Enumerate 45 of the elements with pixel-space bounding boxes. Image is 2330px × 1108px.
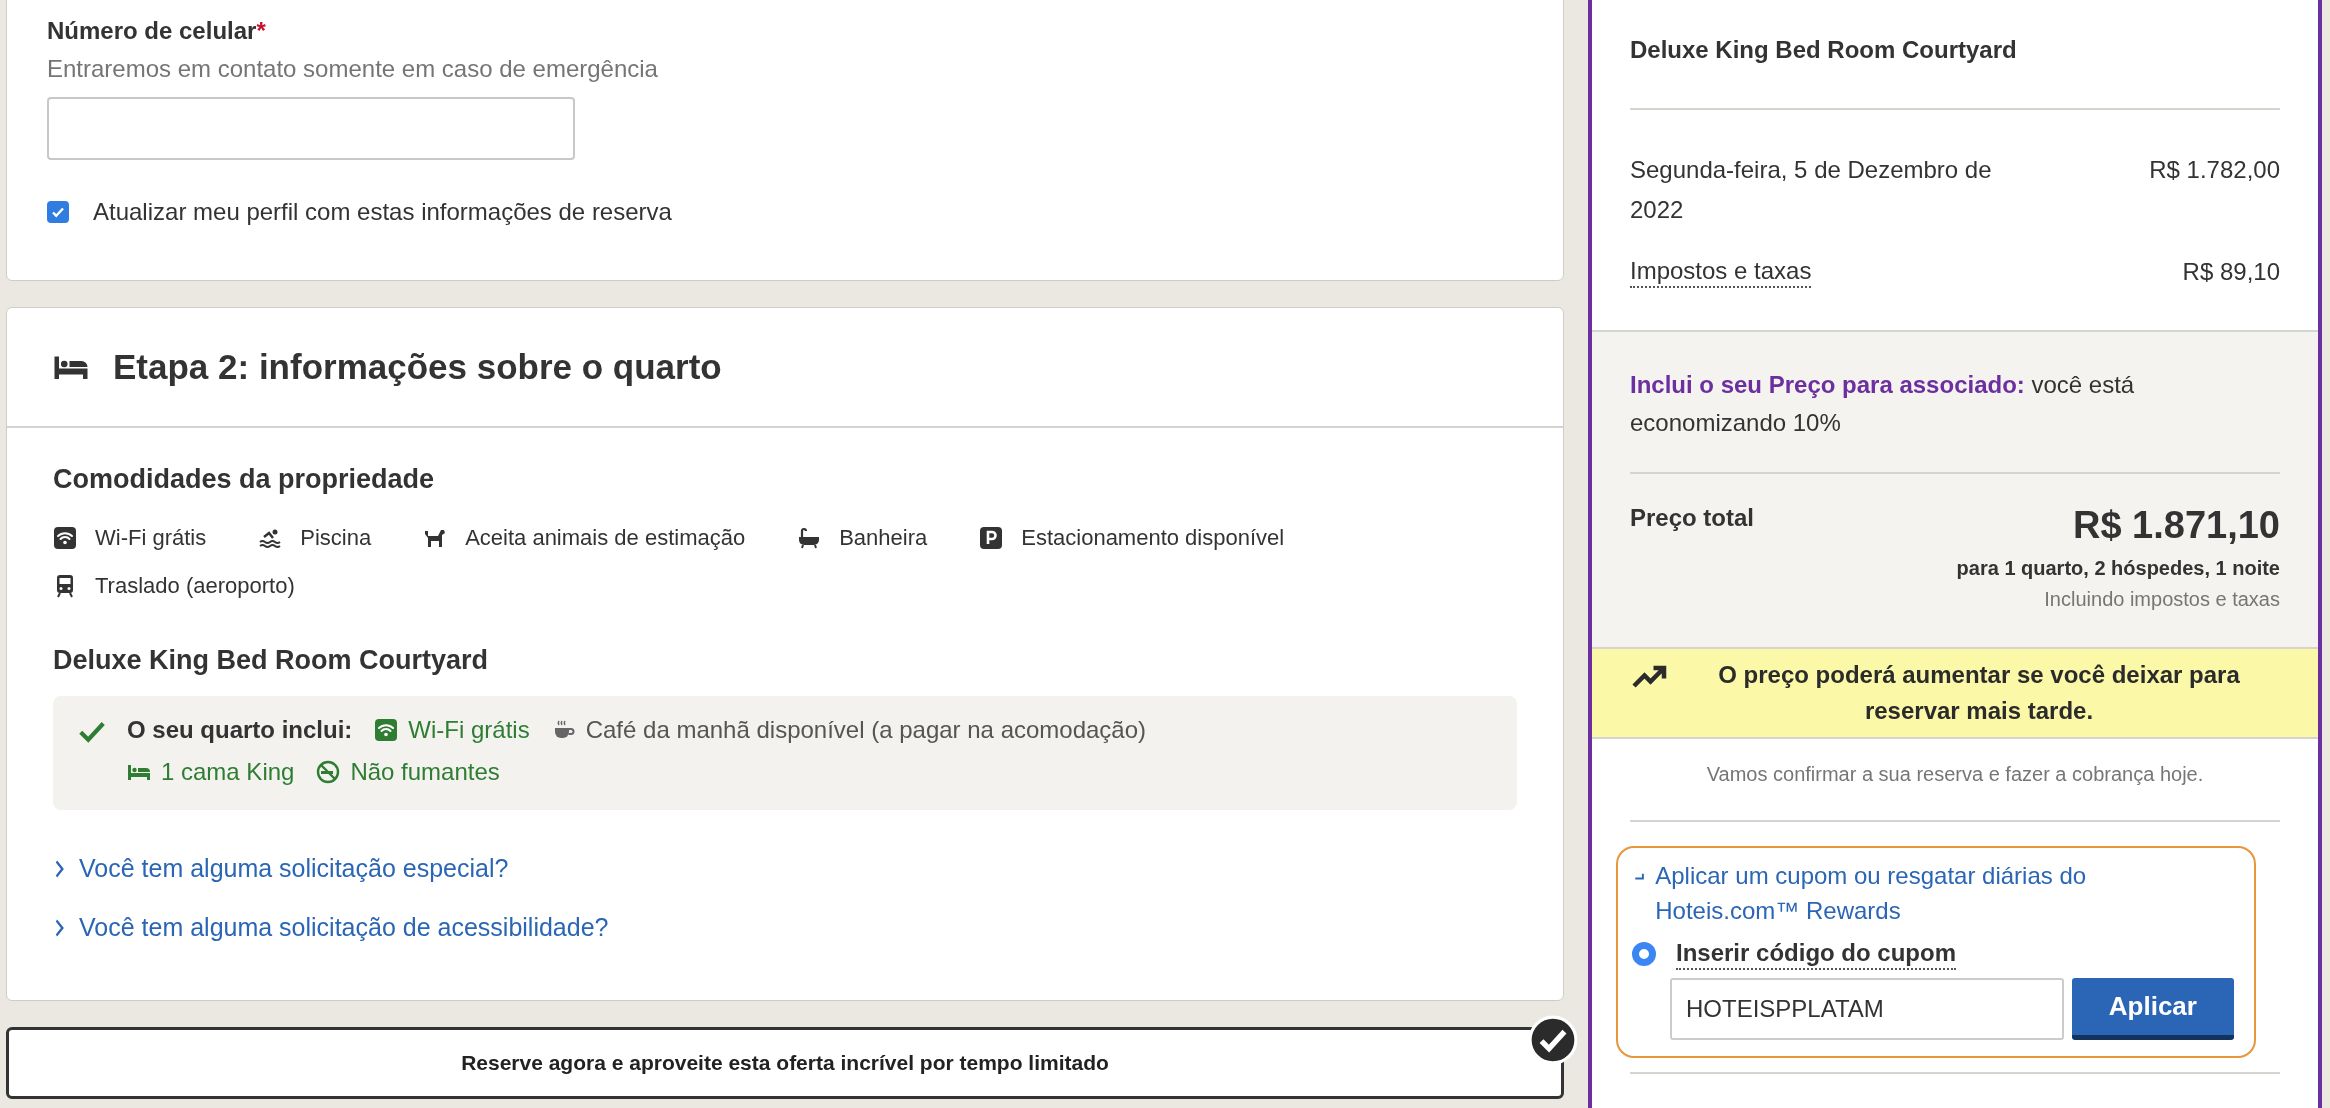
included-item: 1 cama King [161,758,295,786]
check-circle-icon [1528,1015,1578,1065]
amenity-label: Piscina [300,525,372,551]
room-name: Deluxe King Bed Room Courtyard [1630,0,2280,110]
member-price-note: Inclui o seu Preço para associado: você está economizando 10% [1630,332,2280,474]
included-label: O seu quarto inclui: [127,716,353,744]
expand-link[interactable]: Você tem alguma solicitação de acessibilidade? [53,913,609,942]
total-label: Preço total [1630,504,1755,533]
checkbox[interactable] [47,201,69,223]
price-amount: R$ 89,10 [2182,257,2280,287]
total-price: R$ 1.871,10 [2072,504,2280,547]
amenity-label: Traslado (aeroporto) [95,573,295,599]
included-item: Wi-Fi grátis [408,716,530,744]
field-label: Número de celular* [47,17,267,45]
apply-button[interactable]: Aplicar [2071,978,2234,1040]
coupon-link[interactable]: Aplicar um cupom ou resgatar diárias do Hoteis.com™ Rewards [1632,858,2234,928]
wifi-icon [53,526,77,550]
radio-label: Inserir código do cupom [1676,938,1957,970]
amenities-heading: Comodidades da propriedade [53,464,436,495]
expand-link[interactable]: Você tem alguma solicitação especial? [53,854,509,883]
no-smoking-icon [316,760,341,784]
phone-input-field[interactable] [47,97,575,160]
radio-button[interactable] [1632,942,1656,966]
alert-text: O preço poderá aumentar se você deixar para reservar mais tarde. [1717,660,2241,726]
coupon-code-field[interactable]: HOTEISPPLATAM [1670,978,2064,1040]
parking-icon [979,526,1004,550]
price-line-label: Segunda-feira, 5 de Dezembro de 2022 [1630,155,1993,225]
section-heading: Etapa 2: informações sobre o quarto [113,347,722,387]
included-item: Não fumantes [350,758,500,786]
amenity-label: Banheira [839,525,928,551]
room-name: Deluxe King Bed Room Courtyard [53,645,490,676]
stay-details: para 1 quarto, 2 hóspedes, 1 noite [1956,557,2280,580]
bathtub-icon [797,526,822,550]
offer-banner: Reserve agora e aproveite esta oferta incrível por tempo limitado [6,1027,1564,1099]
confirm-note: Vamos confirmar a sua reserva e fazer a cobrança hoje. [1630,739,2280,822]
amenity-label: Wi-Fi grátis [95,525,207,551]
price-line-label: Impostos e taxas [1630,256,1812,288]
field-hint: Entraremos em contato somente em caso de emergência [47,55,659,83]
price-amount: R$ 1.782,00 [2149,155,2280,185]
amenity-label: Estacionamento disponível [1021,525,1285,551]
included-item: Café da manhã disponível (a pagar na acomodação) [585,716,1147,744]
amenity-label: Aceita animais de estimação [465,525,746,551]
wifi-icon [374,718,399,742]
checkbox-label: Atualizar meu perfil com estas informações de reserva [93,198,672,226]
tax-note: Incluindo impostos e taxas [2044,588,2280,611]
